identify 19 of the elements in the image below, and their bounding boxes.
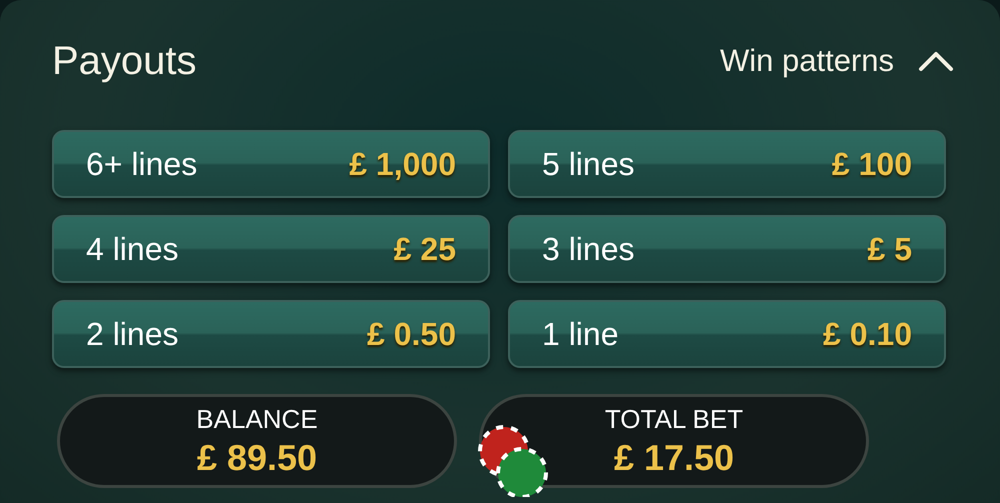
chevron-icon [918, 50, 954, 72]
footer-value: £ 89.50 [196, 436, 318, 478]
payout-amount: £ 0.50 [367, 316, 456, 352]
win-patterns-toggle[interactable]: Win patterns [720, 43, 954, 79]
payout-label: 2 lines [86, 316, 178, 352]
payout-amount: £ 25 [394, 230, 456, 268]
payout-amount: £ 0.10 [823, 316, 912, 352]
panel-title: Payouts [52, 38, 197, 84]
payout-label: 6+ lines [86, 146, 198, 182]
footer-label: BALANCE [196, 404, 318, 434]
payout-amount: £ 5 [868, 230, 912, 268]
footer-label: TOTAL BET [604, 404, 744, 434]
payout-label: 4 lines [86, 230, 178, 268]
payout-amount: £ 100 [832, 146, 912, 182]
payout-label: 5 lines [542, 146, 634, 182]
payout-label: 1 line [542, 316, 618, 352]
footer-value: £ 17.50 [614, 436, 734, 478]
payout-label: 3 lines [542, 230, 634, 268]
payout-amount: £ 1,000 [349, 146, 456, 182]
